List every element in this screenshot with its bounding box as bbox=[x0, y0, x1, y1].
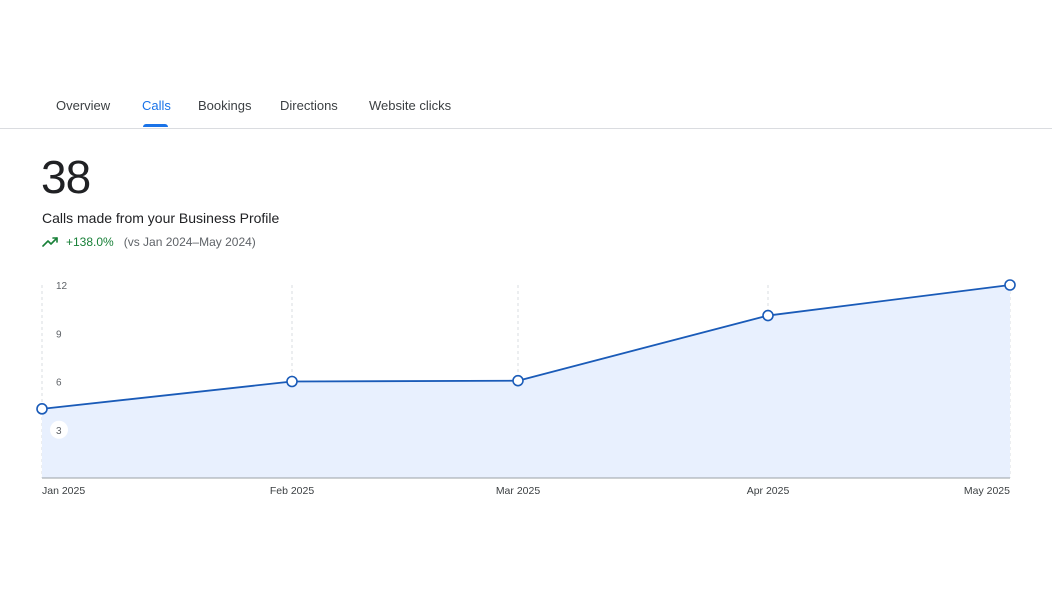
change-row: +138.0% (vs Jan 2024–May 2024) bbox=[42, 233, 256, 251]
trending-up-icon bbox=[42, 237, 58, 247]
data-point-3 bbox=[762, 309, 774, 322]
tab-website-clicks[interactable]: Website clicks bbox=[369, 98, 451, 113]
comparison-period: (vs Jan 2024–May 2024) bbox=[123, 235, 256, 249]
y-tick-label-12: 12 bbox=[56, 281, 68, 292]
y-tick-label-6: 6 bbox=[56, 378, 62, 389]
calls-area-chart: 3 6 9 12 Jan 2025 Feb 2025 Mar 2025 Apr 2025 May… bbox=[36, 279, 1016, 497]
active-tab-indicator bbox=[143, 124, 168, 127]
metric-tabs: Overview Calls Bookings Directions Websi… bbox=[0, 84, 1052, 129]
tab-bookings[interactable]: Bookings bbox=[198, 98, 251, 113]
data-point-4 bbox=[1004, 279, 1016, 291]
tab-calls[interactable]: Calls bbox=[142, 98, 171, 113]
x-tick-label-0: Jan 2025 bbox=[42, 485, 85, 497]
x-tick-label-1: Feb 2025 bbox=[270, 485, 315, 497]
performance-page: Overview Calls Bookings Directions Websi… bbox=[0, 0, 1052, 605]
metric-value: 38 bbox=[41, 151, 91, 203]
area-fill bbox=[42, 285, 1010, 478]
x-tick-label-2: Mar 2025 bbox=[496, 485, 541, 497]
change-percent: +138.0% bbox=[66, 235, 114, 249]
data-point-1 bbox=[286, 375, 298, 388]
tab-overview[interactable]: Overview bbox=[56, 98, 110, 113]
data-point-2 bbox=[512, 374, 524, 387]
y-tick-label-9: 9 bbox=[56, 329, 62, 340]
tab-directions[interactable]: Directions bbox=[280, 98, 338, 113]
metric-label: Calls made from your Business Profile bbox=[42, 210, 280, 226]
y-tick-label-3: 3 bbox=[56, 426, 62, 437]
x-tick-label-4: May 2025 bbox=[964, 485, 1010, 497]
data-point-0 bbox=[36, 403, 48, 415]
x-tick-label-3: Apr 2025 bbox=[747, 485, 790, 497]
